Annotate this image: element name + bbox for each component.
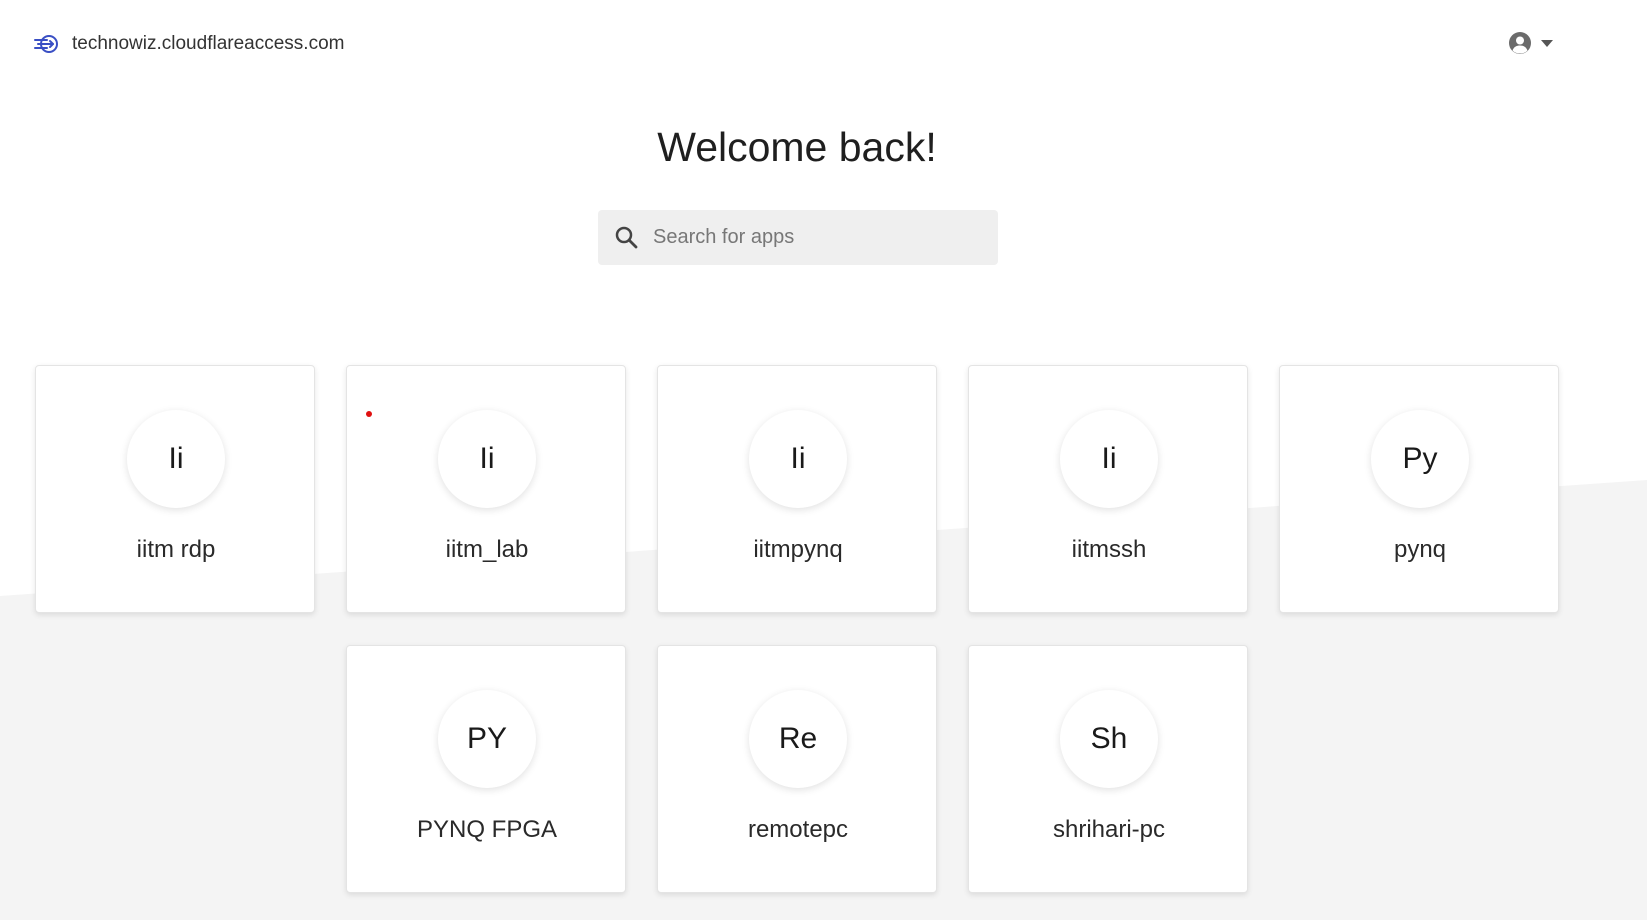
cursor-dot [366, 411, 372, 417]
app-card[interactable]: Ii iitm_lab [346, 365, 626, 613]
app-name: iitm rdp [136, 536, 216, 563]
app-avatar: Sh [1060, 690, 1158, 788]
app-name: pynq [1393, 536, 1447, 563]
app-card[interactable]: Ii iitmpynq [657, 365, 937, 613]
app-card[interactable]: Ii iitm rdp [35, 365, 315, 613]
app-name: remotepc [747, 816, 849, 843]
app-avatar: Ii [1060, 410, 1158, 508]
app-card[interactable]: PY PYNQ FPGA [346, 645, 626, 893]
app-name: iitm_lab [445, 536, 529, 563]
app-card[interactable]: Ii iitmssh [968, 365, 1248, 613]
app-avatar: Ii [438, 410, 536, 508]
app-grid: Ii iitm rdp Ii iitm_lab Ii iitmpynq Ii i… [0, 0, 1647, 920]
app-name: PYNQ FPGA [416, 816, 558, 843]
app-avatar: Re [749, 690, 847, 788]
app-name: iitmssh [1071, 536, 1147, 563]
app-avatar: Ii [749, 410, 847, 508]
app-avatar: Ii [127, 410, 225, 508]
app-name: shrihari-pc [1052, 816, 1166, 843]
app-name: iitmpynq [753, 536, 843, 563]
app-launcher-page: technowiz.cloudflareaccess.com Welcome b… [0, 0, 1647, 920]
app-avatar: PY [438, 690, 536, 788]
app-card[interactable]: Sh shrihari-pc [968, 645, 1248, 893]
app-card[interactable]: Py pynq [1279, 365, 1559, 613]
app-avatar: Py [1371, 410, 1469, 508]
app-card[interactable]: Re remotepc [657, 645, 937, 893]
